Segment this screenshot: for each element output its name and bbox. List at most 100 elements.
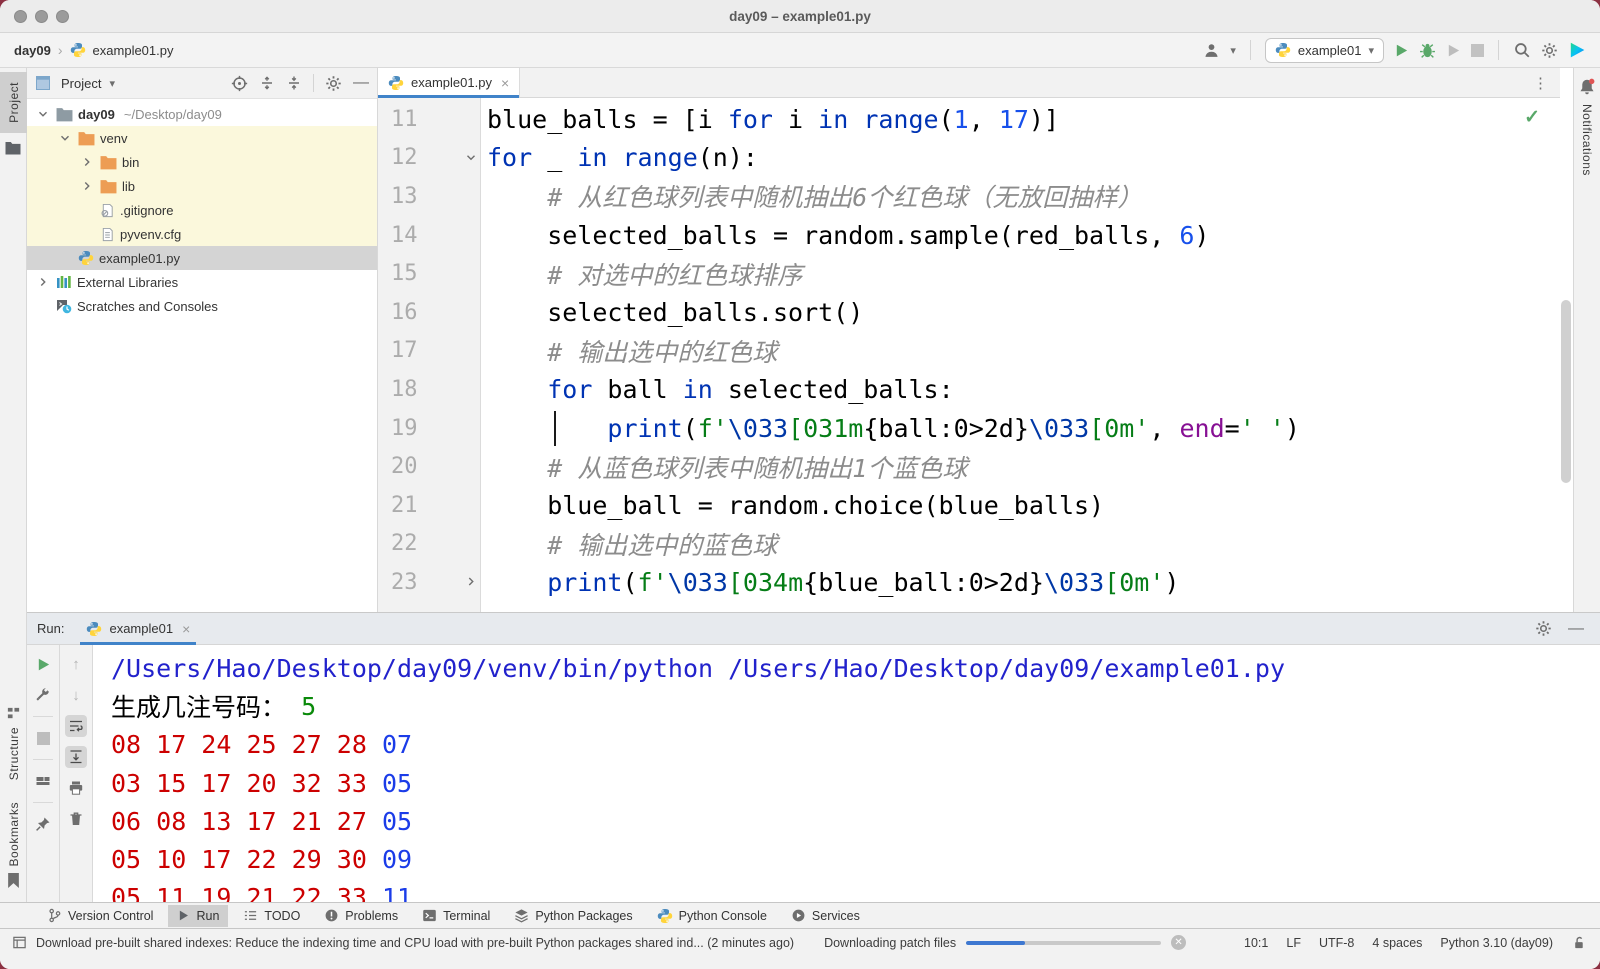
tree-item-scratches-and-consoles[interactable]: Scratches and Consoles (27, 294, 377, 318)
rerun-button[interactable] (32, 653, 54, 675)
run-configuration-select[interactable]: example01 ▾ (1265, 38, 1384, 63)
chevron-down-icon[interactable] (35, 107, 51, 121)
tree-item-venv[interactable]: venv (27, 126, 377, 150)
tool-window-button-run[interactable]: Run (168, 905, 228, 927)
tool-button-bookmarks[interactable]: Bookmarks (7, 802, 21, 888)
tool-window-button-problems[interactable]: Problems (315, 905, 407, 927)
code-line-18[interactable]: 18 for ball in selected_balls: (378, 370, 1560, 409)
line-number[interactable]: 15 (378, 254, 481, 293)
line-number[interactable]: 16 (378, 293, 481, 332)
panel-settings-gear-icon[interactable] (325, 75, 342, 92)
run-button[interactable] (1394, 43, 1409, 58)
editor-scrollbar[interactable] (1560, 98, 1573, 612)
code-line-21[interactable]: 21 blue_ball = random.choice(blue_balls) (378, 486, 1560, 525)
print-button[interactable] (65, 777, 87, 799)
user-icon[interactable] (1203, 42, 1220, 59)
close-tab-icon[interactable]: × (501, 75, 509, 91)
close-run-tab-icon[interactable]: × (182, 621, 190, 637)
cancel-progress-icon[interactable]: ✕ (1171, 935, 1186, 950)
scroll-to-end-button[interactable] (65, 746, 87, 768)
breadcrumb-file[interactable]: example01.py (93, 43, 174, 58)
code-line-20[interactable]: 20 # 从蓝色球列表中随机抽出1个蓝色球 (378, 447, 1560, 486)
tool-window-button-version-control[interactable]: Version Control (38, 905, 162, 927)
soft-wrap-button[interactable] (65, 715, 87, 737)
indent-setting[interactable]: 4 spaces (1372, 936, 1422, 950)
code-line-22[interactable]: 22 # 输出选中的蓝色球 (378, 525, 1560, 564)
code-line-23[interactable]: 23 print(f'\033[034m{blue_ball:0>2d}\033… (378, 563, 1560, 602)
prev-occurrence-button[interactable]: ↑ (65, 653, 87, 675)
project-view-caret[interactable]: ▾ (109, 77, 115, 90)
code-line-16[interactable]: 16 selected_balls.sort() (378, 293, 1560, 332)
project-panel-title[interactable]: Project (61, 76, 101, 91)
tool-window-button-python-packages[interactable]: Python Packages (505, 905, 641, 927)
line-number[interactable]: 21 (378, 486, 481, 525)
line-number[interactable]: 18 (378, 370, 481, 409)
locate-file-icon[interactable] (231, 75, 248, 92)
run-console[interactable]: /Users/Hao/Desktop/day09/venv/bin/python… (93, 645, 1600, 902)
breadcrumb-project[interactable]: day09 (14, 43, 51, 58)
line-number[interactable]: 12 (378, 139, 481, 178)
edit-configuration-button[interactable] (32, 684, 54, 706)
tool-button-project[interactable]: Project (0, 72, 27, 133)
inspection-ok-icon[interactable]: ✓ (1524, 106, 1540, 129)
line-number[interactable]: 20 (378, 447, 481, 486)
tool-window-button-todo[interactable]: TODO (234, 905, 309, 927)
run-tab-example01[interactable]: example01 × (80, 612, 196, 645)
debug-button[interactable] (1419, 42, 1436, 59)
status-message[interactable]: Download pre-built shared indexes: Reduc… (36, 936, 794, 950)
line-number[interactable]: 14 (378, 216, 481, 255)
tree-item--gitignore[interactable]: .gitignore (27, 198, 377, 222)
settings-gear-icon[interactable] (1541, 42, 1558, 59)
coverage-button[interactable] (1446, 43, 1461, 58)
line-number[interactable]: 13 (378, 177, 481, 216)
restore-layout-button[interactable] (32, 770, 54, 792)
tree-item-example01-py[interactable]: example01.py (27, 246, 377, 270)
chevron-right-icon[interactable] (79, 179, 95, 193)
stop-process-button[interactable] (32, 727, 54, 749)
chevron-right-icon[interactable] (79, 155, 95, 169)
code-line-14[interactable]: 14 selected_balls = random.sample(red_ba… (378, 216, 1560, 255)
clear-console-button[interactable] (65, 808, 87, 830)
expand-all-icon[interactable] (259, 75, 275, 91)
next-occurrence-button[interactable]: ↓ (65, 684, 87, 706)
tool-window-button-services[interactable]: Services (782, 905, 869, 927)
notifications-bell-icon[interactable] (1578, 78, 1596, 96)
line-number[interactable]: 23 (378, 563, 481, 602)
editor-tab-example01[interactable]: example01.py × (378, 68, 520, 97)
tree-item-lib[interactable]: lib (27, 174, 377, 198)
code-line-15[interactable]: 15 # 对选中的红色球排序 (378, 254, 1560, 293)
line-separator[interactable]: LF (1286, 936, 1301, 950)
notifications-stripe-label[interactable]: Notifications (1580, 104, 1594, 176)
tool-window-button-python-console[interactable]: Python Console (648, 905, 776, 927)
line-number[interactable]: 11 (378, 100, 481, 139)
unlocked-padlock-icon[interactable] (1571, 935, 1586, 951)
tree-item-day09[interactable]: day09~/Desktop/day09 (27, 102, 377, 126)
tree-item-bin[interactable]: bin (27, 150, 377, 174)
run-settings-gear-icon[interactable] (1535, 620, 1552, 637)
interpreter[interactable]: Python 3.10 (day09) (1440, 936, 1553, 950)
caret-position[interactable]: 10:1 (1244, 936, 1268, 950)
code-line-13[interactable]: 13 # 从红色球列表中随机抽出6个红色球（无放回抽样） (378, 177, 1560, 216)
scrollbar-thumb[interactable] (1561, 300, 1571, 483)
search-icon[interactable] (1513, 41, 1531, 59)
pin-tab-button[interactable] (32, 813, 54, 835)
tool-window-button-terminal[interactable]: Terminal (413, 905, 499, 927)
tool-button-structure[interactable]: Structure (6, 706, 21, 780)
stop-button[interactable] (1471, 44, 1484, 57)
chevron-right-icon[interactable] (35, 275, 51, 289)
file-encoding[interactable]: UTF-8 (1319, 936, 1354, 950)
tree-item-external-libraries[interactable]: External Libraries (27, 270, 377, 294)
tree-item-pyvenv-cfg[interactable]: pyvenv.cfg (27, 222, 377, 246)
gradient-plugin-icon[interactable] (1568, 41, 1586, 59)
line-number[interactable]: 22 (378, 525, 481, 564)
code-line-11[interactable]: 11blue_balls = [i for i in range(1, 17)] (378, 100, 1560, 139)
code-line-17[interactable]: 17 # 输出选中的红色球 (378, 332, 1560, 371)
code-line-12[interactable]: 12for _ in range(n): (378, 139, 1560, 178)
code-area[interactable]: 11blue_balls = [i for i in range(1, 17)]… (378, 98, 1560, 612)
hide-panel-icon[interactable]: — (353, 78, 369, 88)
line-number[interactable]: 17 (378, 332, 481, 371)
line-number[interactable]: 19 (378, 409, 481, 448)
collapse-all-icon[interactable] (286, 75, 302, 91)
editor-options-icon[interactable]: ⋮ (1533, 68, 1548, 98)
hide-run-panel-icon[interactable]: — (1568, 624, 1584, 634)
